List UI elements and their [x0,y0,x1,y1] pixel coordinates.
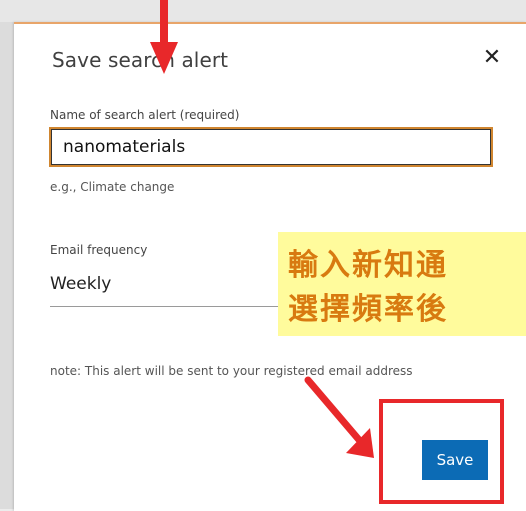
close-icon[interactable]: ✕ [480,46,504,70]
annotation-line-1: 輸入新知通 [288,248,448,283]
annotation-line-2: 選擇頻率後 [288,292,448,327]
frequency-label: Email frequency [50,243,148,257]
name-field-hint: e.g., Climate change [50,180,175,194]
dialog-title: Save search alert [52,48,229,72]
email-note: note: This alert will be sent to your re… [50,364,413,378]
page-backdrop-left [0,22,14,509]
alert-name-input[interactable] [49,127,493,167]
frequency-selected-value: Weekly [50,274,112,294]
page-backdrop-top [0,0,526,22]
save-highlight-box [379,399,504,504]
name-field-label: Name of search alert (required) [50,108,240,122]
